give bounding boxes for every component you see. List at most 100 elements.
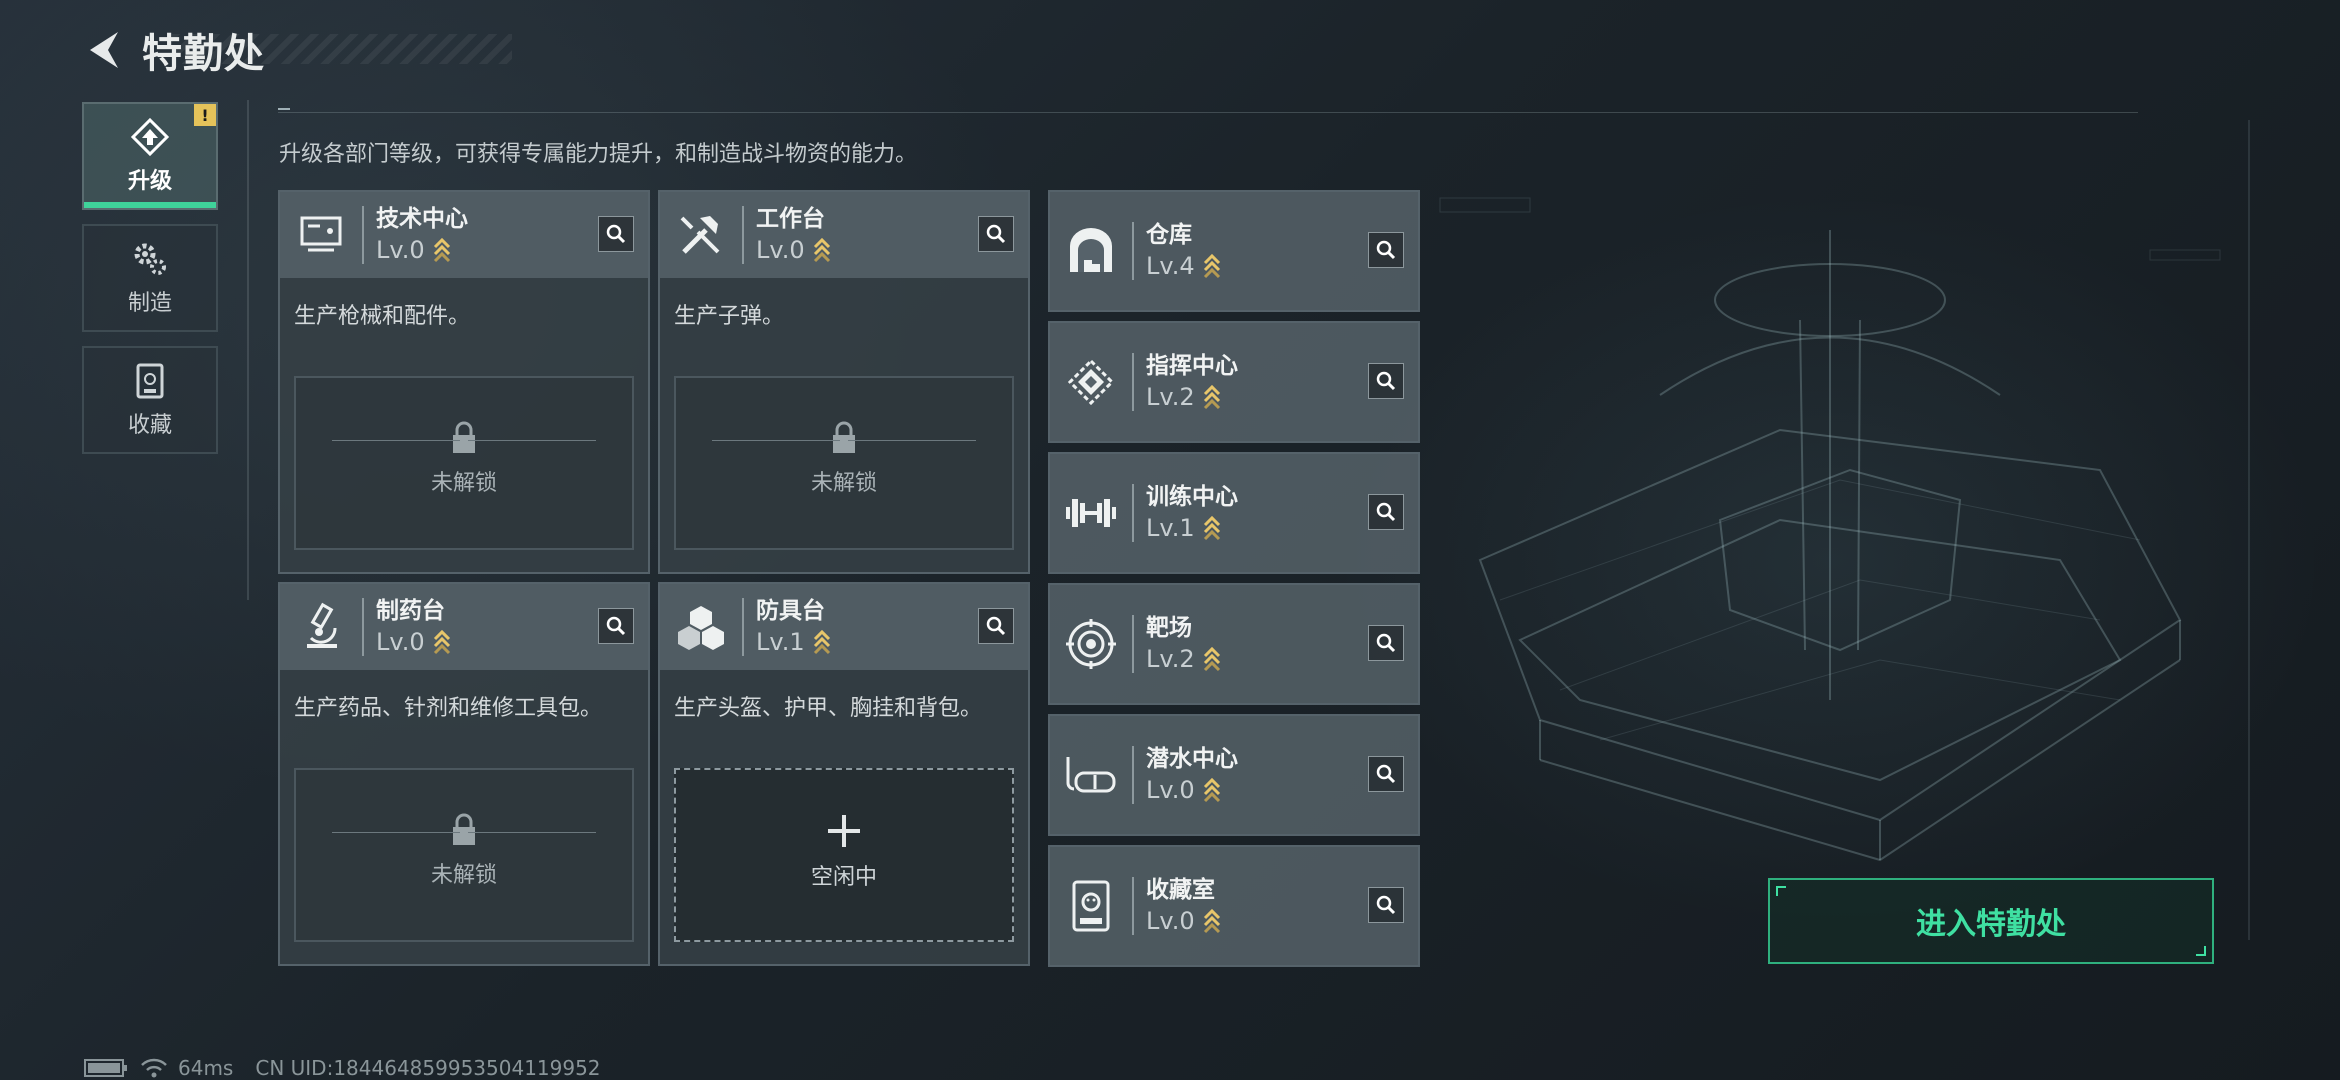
enter-base-button[interactable]: 进入特勤处 xyxy=(1768,878,2214,964)
inspect-button[interactable] xyxy=(1368,887,1404,923)
search-icon xyxy=(1376,502,1396,522)
facility-level: Lv.0 xyxy=(1146,776,1195,804)
level-up-chevron-icon xyxy=(433,237,450,263)
card-header: 工作台 Lv.0 xyxy=(660,192,1028,278)
divider xyxy=(362,598,364,656)
upgrade-icon xyxy=(130,117,170,157)
collection-icon xyxy=(136,363,164,399)
facility-card-pharmacy[interactable]: 制药台 Lv.0 生产药品、针剂和维修工具包。 未解锁 xyxy=(278,582,650,966)
level-up-chevron-icon xyxy=(1203,646,1220,672)
divider xyxy=(848,440,976,441)
sidebar-item-craft[interactable]: 制造 xyxy=(82,224,218,332)
search-icon xyxy=(1376,240,1396,260)
sidebar-item-upgrade[interactable]: 升级 ! xyxy=(82,102,218,210)
inspect-button[interactable] xyxy=(598,608,634,644)
inspect-button[interactable] xyxy=(1368,625,1404,661)
facility-card-collection-room[interactable]: 收藏室 Lv.0 xyxy=(1048,845,1420,967)
facility-description: 生产枪械和配件。 xyxy=(294,304,471,329)
facility-description: 生产子弹。 xyxy=(674,304,785,329)
divider xyxy=(332,440,460,441)
facility-name: 仓库 xyxy=(1146,222,1192,248)
inspect-button[interactable] xyxy=(978,216,1014,252)
divider xyxy=(468,440,596,441)
inspect-button[interactable] xyxy=(1368,363,1404,399)
production-slot-idle[interactable]: 空闲中 xyxy=(674,768,1014,942)
divider xyxy=(247,100,249,600)
wifi-icon xyxy=(141,1058,167,1078)
facility-name: 制药台 xyxy=(376,598,445,624)
facility-level: Lv.4 xyxy=(1146,252,1195,280)
facility-level: Lv.1 xyxy=(756,628,805,656)
level-up-chevron-icon xyxy=(1203,777,1220,803)
facility-name: 工作台 xyxy=(756,206,825,232)
sidebar-item-label: 制造 xyxy=(127,291,172,316)
production-slot-locked: 未解锁 xyxy=(674,376,1014,550)
production-slot-locked: 未解锁 xyxy=(294,376,634,550)
inspect-button[interactable] xyxy=(1368,756,1404,792)
back-button[interactable] xyxy=(80,26,128,74)
lock-icon xyxy=(833,421,855,453)
card-header: 制药台 Lv.0 xyxy=(280,584,648,670)
header: 特勤处 xyxy=(80,22,265,78)
slot-status: 空闲中 xyxy=(810,865,877,890)
facility-level: Lv.2 xyxy=(1146,645,1195,673)
divider xyxy=(332,832,460,833)
search-icon xyxy=(986,616,1006,636)
facility-name: 潜水中心 xyxy=(1146,746,1238,772)
divider xyxy=(712,440,840,441)
facility-level: Lv.0 xyxy=(1146,907,1195,935)
facility-level: Lv.1 xyxy=(1146,514,1195,542)
search-icon xyxy=(1376,371,1396,391)
enter-base-label: 进入特勤处 xyxy=(1916,907,2066,942)
search-icon xyxy=(606,224,626,244)
cubes-icon xyxy=(678,606,724,650)
microscope-icon xyxy=(307,602,337,648)
facility-name: 靶场 xyxy=(1146,615,1192,641)
production-slot-locked: 未解锁 xyxy=(294,768,634,942)
divider-accent xyxy=(278,108,290,110)
facility-level: Lv.2 xyxy=(1146,383,1195,411)
card-header: 防具台 Lv.1 xyxy=(660,584,1028,670)
slot-status: 未解锁 xyxy=(810,471,877,496)
facility-name: 收藏室 xyxy=(1146,877,1215,903)
facility-card-diving-center[interactable]: 潜水中心 Lv.0 xyxy=(1048,714,1420,836)
facility-card-warehouse[interactable]: 仓库 Lv.4 xyxy=(1048,190,1420,312)
tech-monitor-icon xyxy=(300,216,342,252)
level-up-chevron-icon xyxy=(1203,515,1220,541)
search-icon xyxy=(606,616,626,636)
facility-level: Lv.0 xyxy=(376,628,425,656)
level-up-chevron-icon xyxy=(1203,384,1220,410)
slot-status: 未解锁 xyxy=(430,471,497,496)
facility-card-training-center[interactable]: 训练中心 Lv.1 xyxy=(1048,452,1420,574)
search-icon xyxy=(1376,633,1396,653)
divider xyxy=(1132,222,1134,280)
facility-card-armor-bench[interactable]: 防具台 Lv.1 生产头盔、护甲、胸挂和背包。 空闲中 xyxy=(658,582,1030,966)
lock-icon xyxy=(453,813,475,845)
divider xyxy=(362,206,364,264)
dumbbell-icon xyxy=(1066,499,1116,527)
tools-icon xyxy=(680,216,720,254)
status-bar: 64ms CN UID:18446485995350411995​2 xyxy=(84,1056,623,1080)
facility-card-workbench[interactable]: 工作台 Lv.0 生产子弹。 未解锁 xyxy=(658,190,1030,574)
divider xyxy=(278,112,2138,113)
facility-name: 防具台 xyxy=(756,598,825,624)
facility-card-command-center[interactable]: 指挥中心 Lv.2 xyxy=(1048,321,1420,443)
target-icon xyxy=(1066,619,1116,669)
facility-card-shooting-range[interactable]: 靶场 Lv.2 xyxy=(1048,583,1420,705)
sidebar-item-collection[interactable]: 收藏 xyxy=(82,346,218,454)
facility-card-tech-center[interactable]: 技术中心 Lv.0 生产枪械和配件。 未解锁 xyxy=(278,190,650,574)
facility-name: 技术中心 xyxy=(376,206,468,232)
search-icon xyxy=(986,224,1006,244)
search-icon xyxy=(1376,764,1396,784)
facility-description: 生产药品、针剂和维修工具包。 xyxy=(294,696,603,721)
divider xyxy=(1132,877,1134,935)
gears-icon xyxy=(134,243,166,275)
inspect-button[interactable] xyxy=(978,608,1014,644)
level-up-chevron-icon xyxy=(813,629,830,655)
back-arrow-icon xyxy=(90,32,118,68)
page-description: 升级各部门等级，可获得专属能力提升，和制造战斗物资的能力。 xyxy=(279,142,918,167)
inspect-button[interactable] xyxy=(1368,494,1404,530)
inspect-button[interactable] xyxy=(1368,232,1404,268)
divider xyxy=(2248,120,2250,940)
inspect-button[interactable] xyxy=(598,216,634,252)
